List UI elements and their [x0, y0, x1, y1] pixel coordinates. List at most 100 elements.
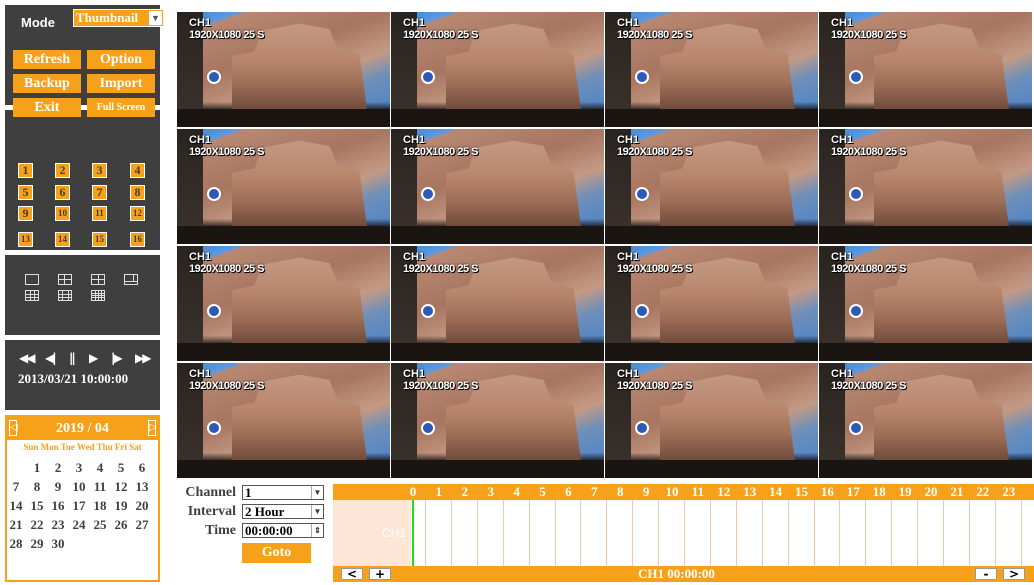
tile-resolution-label: 1920X1080 25 S: [617, 146, 692, 158]
timeline-track[interactable]: CH1: [333, 500, 1034, 566]
calendar-day[interactable]: 23: [49, 517, 67, 533]
channel-button-4[interactable]: 4: [130, 163, 145, 178]
video-tile[interactable]: CH1 1920X1080 25 S: [819, 246, 1032, 361]
next-month-icon[interactable]: ▷: [148, 420, 157, 436]
calendar-day[interactable]: 4: [91, 460, 109, 476]
rewind-icon[interactable]: ◀◀: [19, 351, 36, 365]
calendar-day[interactable]: 9: [49, 479, 67, 495]
channel-button-16[interactable]: 16: [130, 232, 145, 247]
channel-button-12[interactable]: 12: [130, 206, 145, 221]
video-tile[interactable]: CH1 1920X1080 25 S: [177, 363, 390, 478]
calendar-day[interactable]: 6: [133, 460, 151, 476]
time-input[interactable]: 00:00:00 ⇕: [242, 523, 324, 538]
pause-icon[interactable]: ||: [69, 351, 76, 365]
channel-button-14[interactable]: 14: [55, 232, 70, 247]
timeline-prev-button[interactable]: <: [341, 568, 363, 580]
backup-button[interactable]: Backup: [13, 74, 81, 93]
interval-select[interactable]: 2 Hour ▼: [242, 504, 324, 519]
play-icon[interactable]: ▶: [89, 351, 98, 365]
fast-forward-icon[interactable]: ▶▶: [135, 351, 152, 365]
calendar-day[interactable]: 13: [133, 479, 151, 495]
channel-button-6[interactable]: 6: [55, 185, 70, 200]
prev-month-icon[interactable]: ◁: [9, 420, 18, 436]
video-tile[interactable]: CH1 1920X1080 25 S: [605, 246, 818, 361]
calendar-day[interactable]: 25: [91, 517, 109, 533]
calendar-day[interactable]: 15: [28, 498, 46, 514]
calendar-day[interactable]: 19: [112, 498, 130, 514]
video-tile[interactable]: CH1 1920X1080 25 S: [177, 12, 390, 127]
calendar-day[interactable]: 8: [28, 479, 46, 495]
goto-button[interactable]: Goto: [242, 543, 311, 563]
import-button[interactable]: Import: [87, 74, 155, 93]
layout-1-icon[interactable]: [25, 274, 39, 285]
channel-button-11[interactable]: 11: [92, 206, 107, 221]
channel-button-13[interactable]: 13: [18, 232, 33, 247]
timeline-next-button[interactable]: >: [1003, 568, 1025, 580]
calendar-day[interactable]: 3: [70, 460, 88, 476]
option-button[interactable]: Option: [87, 50, 155, 69]
timeline-zoom-out-button[interactable]: -: [975, 568, 997, 580]
video-tile[interactable]: CH1 1920X1080 25 S: [605, 12, 818, 127]
video-tile[interactable]: CH1 1920X1080 25 S: [391, 129, 604, 244]
video-tile[interactable]: CH1 1920X1080 25 S: [391, 246, 604, 361]
timeline-cursor[interactable]: [412, 500, 414, 566]
stepper-icon[interactable]: ⇕: [311, 524, 323, 537]
calendar-day[interactable]: 18: [91, 498, 109, 514]
calendar-day[interactable]: 29: [28, 536, 46, 552]
timeline-gridline: [502, 500, 504, 566]
layout-6-icon[interactable]: [91, 274, 105, 285]
channel-button-10[interactable]: 10: [55, 206, 70, 221]
refresh-button[interactable]: Refresh: [13, 50, 81, 69]
calendar-day[interactable]: 14: [7, 498, 25, 514]
channel-button-9[interactable]: 9: [18, 206, 33, 221]
exit-button[interactable]: Exit: [13, 98, 81, 117]
channel-value: 1: [245, 485, 252, 500]
channel-button-15[interactable]: 15: [92, 232, 107, 247]
video-tile[interactable]: CH1 1920X1080 25 S: [819, 129, 1032, 244]
channel-button-5[interactable]: 5: [18, 185, 33, 200]
mode-select[interactable]: Thumbnail ▼: [73, 9, 164, 27]
calendar-day[interactable]: 26: [112, 517, 130, 533]
video-tile[interactable]: CH1 1920X1080 25 S: [391, 363, 604, 478]
calendar-day[interactable]: 17: [70, 498, 88, 514]
video-tile[interactable]: CH1 1920X1080 25 S: [819, 12, 1032, 127]
layout-13-icon[interactable]: [58, 290, 72, 301]
calendar-day[interactable]: 12: [112, 479, 130, 495]
step-forward-icon[interactable]: |▶: [111, 351, 123, 365]
calendar-day[interactable]: 11: [91, 479, 109, 495]
channel-button-7[interactable]: 7: [92, 185, 107, 200]
calendar-day[interactable]: 21: [7, 517, 25, 533]
step-back-icon[interactable]: ◀|: [45, 351, 57, 365]
calendar-day[interactable]: 5: [112, 460, 130, 476]
calendar-day[interactable]: 22: [28, 517, 46, 533]
channel-button-8[interactable]: 8: [130, 185, 145, 200]
calendar-day[interactable]: 28: [7, 536, 25, 552]
channel-button-1[interactable]: 1: [18, 163, 33, 178]
calendar-day[interactable]: 16: [49, 498, 67, 514]
channel-button-2[interactable]: 2: [55, 163, 70, 178]
video-tile[interactable]: CH1 1920X1080 25 S: [177, 246, 390, 361]
calendar-day[interactable]: 24: [70, 517, 88, 533]
layout-16-icon[interactable]: [91, 290, 105, 301]
calendar-day[interactable]: 27: [133, 517, 151, 533]
calendar-day[interactable]: 10: [70, 479, 88, 495]
layout-9-icon[interactable]: [25, 290, 39, 301]
video-tile[interactable]: CH1 1920X1080 25 S: [177, 129, 390, 244]
calendar-day[interactable]: 20: [133, 498, 151, 514]
timeline-zoom-in-button[interactable]: +: [369, 568, 391, 580]
channel-select[interactable]: 1 ▼: [242, 485, 324, 500]
layout-4-icon[interactable]: [58, 274, 72, 285]
calendar-day[interactable]: 2: [49, 460, 67, 476]
video-tile[interactable]: CH1 1920X1080 25 S: [391, 12, 604, 127]
video-tile[interactable]: CH1 1920X1080 25 S: [819, 363, 1032, 478]
channel-button-3[interactable]: 3: [92, 163, 107, 178]
layout-8-icon[interactable]: [124, 274, 138, 285]
timeline-hour-label: 20: [924, 484, 938, 499]
video-tile[interactable]: CH1 1920X1080 25 S: [605, 363, 818, 478]
video-frame-sign: [207, 421, 221, 435]
fullscreen-button[interactable]: Full Screen: [87, 98, 155, 117]
calendar-day[interactable]: 1: [28, 460, 46, 476]
calendar-day[interactable]: 30: [49, 536, 67, 552]
video-tile[interactable]: CH1 1920X1080 25 S: [605, 129, 818, 244]
calendar-day[interactable]: 7: [7, 479, 25, 495]
